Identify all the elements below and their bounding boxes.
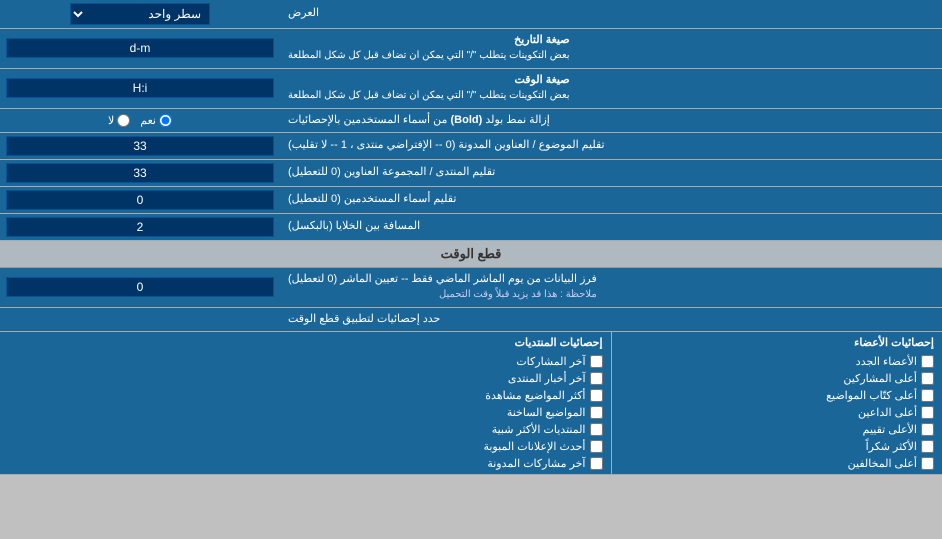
display-mode-select[interactable]: سطر واحد سطرين	[70, 3, 210, 25]
top-bloggers-label: أعلى كتّاب المواضيع	[826, 389, 917, 402]
top-posters-checkbox[interactable]	[921, 372, 934, 385]
most-thanked-label: الأكثر شكراً	[866, 440, 917, 453]
date-format-title: صيغة التاريخ	[514, 34, 569, 46]
cell-spacing-input-cell	[0, 214, 280, 240]
forum-stats-group: إحصائيات المنتديات آخر المشاركات آخر أخب…	[280, 332, 612, 474]
cutoff-note: ملاحظة : هذا قد يزيد قبلاً وقت التحميل	[439, 289, 597, 300]
cell-spacing-text: المسافة بين الخلايا (بالبكسل)	[288, 219, 420, 234]
top-raters-item: الأعلى تقييم	[620, 423, 935, 436]
last-posts-item: آخر المشاركات	[288, 355, 603, 368]
topic-titles-label: تقليم الموضوع / العناوين المدونة (0 -- ا…	[280, 133, 942, 159]
new-members-label: الأعضاء الجدد	[856, 355, 917, 368]
forum-news-checkbox[interactable]	[590, 372, 603, 385]
top-raters-checkbox[interactable]	[921, 423, 934, 436]
member-stats-title: إحصائيات الأعضاء	[620, 336, 935, 349]
usernames-trim-input-cell	[0, 187, 280, 213]
display-mode-cell: سطر واحد سطرين	[0, 0, 280, 28]
forum-stats-title: إحصائيات المنتديات	[288, 336, 603, 349]
bold-remove-label: إزالة نمط بولد (Bold) من أسماء المستخدمي…	[280, 109, 942, 132]
cutoff-label: فرز البيانات من يوم الماشر الماضي فقط --…	[280, 268, 942, 307]
topic-titles-input[interactable]	[6, 136, 274, 156]
cutoff-main-text: فرز البيانات من يوم الماشر الماضي فقط --…	[288, 273, 597, 285]
cutoff-input-cell	[0, 268, 280, 307]
old-topics-checkbox[interactable]	[590, 406, 603, 419]
new-members-checkbox[interactable]	[921, 355, 934, 368]
top-posters-item: أعلى المشاركين	[620, 372, 935, 385]
last-posts-checkbox[interactable]	[590, 355, 603, 368]
most-thanked-checkbox[interactable]	[921, 440, 934, 453]
old-topics-label: المواضيع الساخنة	[507, 406, 586, 419]
forum-news-label: آخر أخبار المنتدى	[508, 372, 586, 385]
forum-titles-input-cell	[0, 160, 280, 186]
new-members-item: الأعضاء الجدد	[620, 355, 935, 368]
forum-news-item: آخر أخبار المنتدى	[288, 372, 603, 385]
time-format-title: صيغة الوقت	[515, 74, 570, 86]
last-shared-checkbox[interactable]	[590, 457, 603, 470]
radio-no-text: لا	[108, 114, 114, 127]
top-bloggers-item: أعلى كتّاب المواضيع	[620, 389, 935, 402]
top-donors-label: أعلى الداعين	[858, 406, 917, 419]
radio-yes-text: نعم	[140, 114, 156, 127]
date-format-label: صيغة التاريخ بعض التكوينات يتطلب "/" الت…	[280, 29, 942, 68]
radio-yes[interactable]	[159, 114, 172, 127]
most-similar-label: المنتديات الأكثر شبية	[492, 423, 586, 436]
most-viewed-label: أكثر المواضيع مشاهدة	[485, 389, 585, 402]
recent-ads-checkbox[interactable]	[590, 440, 603, 453]
radio-no-label[interactable]: لا	[108, 114, 130, 127]
date-format-input-cell: d-m	[0, 29, 280, 68]
forum-titles-text: تقليم المنتدى / المجموعة العناوين (0 للت…	[288, 165, 495, 180]
most-viewed-item: أكثر المواضيع مشاهدة	[288, 389, 603, 402]
cell-spacing-input[interactable]	[6, 217, 274, 237]
stats-header-text: حدد إحصائيات لتطبيق قطع الوقت	[288, 312, 440, 327]
usernames-trim-text: تقليم أسماء المستخدمين (0 للتعطيل)	[288, 192, 456, 207]
top-donors-checkbox[interactable]	[921, 406, 934, 419]
cutoff-title: قطع الوقت	[441, 246, 502, 261]
most-similar-checkbox[interactable]	[590, 423, 603, 436]
radio-yes-label[interactable]: نعم	[140, 114, 172, 127]
stats-header-right	[0, 308, 280, 331]
date-format-input[interactable]: d-m	[6, 38, 274, 58]
most-similar-item: المنتديات الأكثر شبية	[288, 423, 603, 436]
most-viewed-checkbox[interactable]	[590, 389, 603, 402]
top-referrers-label: أعلى المخالفين	[848, 457, 917, 470]
most-thanked-item: الأكثر شكراً	[620, 440, 935, 453]
cell-spacing-label: المسافة بين الخلايا (بالبكسل)	[280, 214, 942, 240]
last-posts-label: آخر المشاركات	[516, 355, 585, 368]
stats-empty-col	[0, 332, 280, 474]
top-referrers-item: أعلى المخالفين	[620, 457, 935, 470]
top-donors-item: أعلى الداعين	[620, 406, 935, 419]
page-title-label: العرض	[280, 0, 942, 28]
stats-header-label-cell: حدد إحصائيات لتطبيق قطع الوقت	[280, 308, 942, 331]
cutoff-section-header: قطع الوقت	[0, 241, 942, 268]
checkboxes-area: إحصائيات الأعضاء الأعضاء الجدد أعلى المش…	[0, 332, 942, 475]
radio-no[interactable]	[117, 114, 130, 127]
top-referrers-checkbox[interactable]	[921, 457, 934, 470]
top-bloggers-checkbox[interactable]	[921, 389, 934, 402]
member-stats-group: إحصائيات الأعضاء الأعضاء الجدد أعلى المش…	[612, 332, 942, 474]
time-format-label: صيغة الوقت بعض التكوينات يتطلب "/" التي …	[280, 69, 942, 108]
page-title-text: العرض	[288, 6, 319, 21]
forum-titles-input[interactable]	[6, 163, 274, 183]
bold-remove-radio-cell: نعم لا	[0, 109, 280, 132]
time-format-input-cell: H:i	[0, 69, 280, 108]
top-raters-label: الأعلى تقييم	[863, 423, 917, 436]
top-posters-label: أعلى المشاركين	[843, 372, 917, 385]
date-format-desc: بعض التكوينات يتطلب "/" التي يمكن ان تضا…	[288, 50, 570, 61]
topic-titles-text: تقليم الموضوع / العناوين المدونة (0 -- ا…	[288, 138, 605, 153]
topic-titles-input-cell	[0, 133, 280, 159]
cutoff-input[interactable]	[6, 277, 274, 297]
recent-ads-label: أحدث الإعلانات المبوبة	[483, 440, 585, 453]
old-topics-item: المواضيع الساخنة	[288, 406, 603, 419]
last-shared-label: آخر مشاركات المدونة	[487, 457, 585, 470]
forum-titles-label: تقليم المنتدى / المجموعة العناوين (0 للت…	[280, 160, 942, 186]
usernames-trim-input[interactable]	[6, 190, 274, 210]
usernames-trim-label: تقليم أسماء المستخدمين (0 للتعطيل)	[280, 187, 942, 213]
last-shared-item: آخر مشاركات المدونة	[288, 457, 603, 470]
recent-ads-item: أحدث الإعلانات المبوبة	[288, 440, 603, 453]
time-format-input[interactable]: H:i	[6, 78, 274, 98]
time-format-desc: بعض التكوينات يتطلب "/" التي يمكن ان تضا…	[288, 90, 570, 101]
